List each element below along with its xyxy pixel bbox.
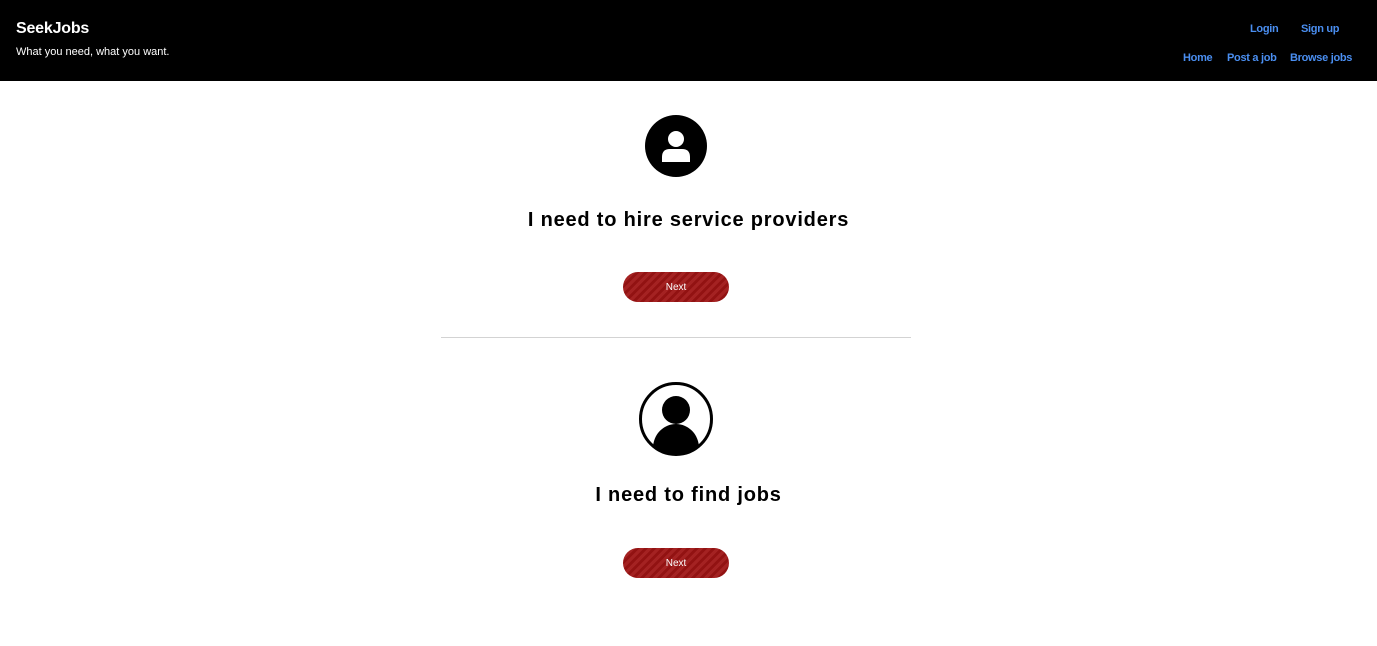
login-link[interactable]: Login xyxy=(1250,23,1279,35)
user-outline-icon xyxy=(639,382,713,456)
site-header: SeekJobs What you need, what you want. L… xyxy=(0,0,1377,81)
nav-post-job-link[interactable]: Post a job xyxy=(1227,52,1277,64)
section-divider xyxy=(441,337,911,338)
hire-option-heading: I need to hire service providers xyxy=(527,209,850,231)
brand-logo[interactable]: SeekJobs xyxy=(16,20,89,38)
find-jobs-option-heading: I need to find jobs xyxy=(595,484,782,506)
hire-next-button[interactable]: Next xyxy=(623,272,729,302)
nav-home-link[interactable]: Home xyxy=(1183,52,1213,64)
brand-tagline: What you need, what you want. xyxy=(16,46,170,58)
signup-link[interactable]: Sign up xyxy=(1301,23,1340,35)
nav-browse-jobs-link[interactable]: Browse jobs xyxy=(1290,52,1352,64)
user-circle-icon xyxy=(645,115,707,177)
find-jobs-next-button[interactable]: Next xyxy=(623,548,729,578)
